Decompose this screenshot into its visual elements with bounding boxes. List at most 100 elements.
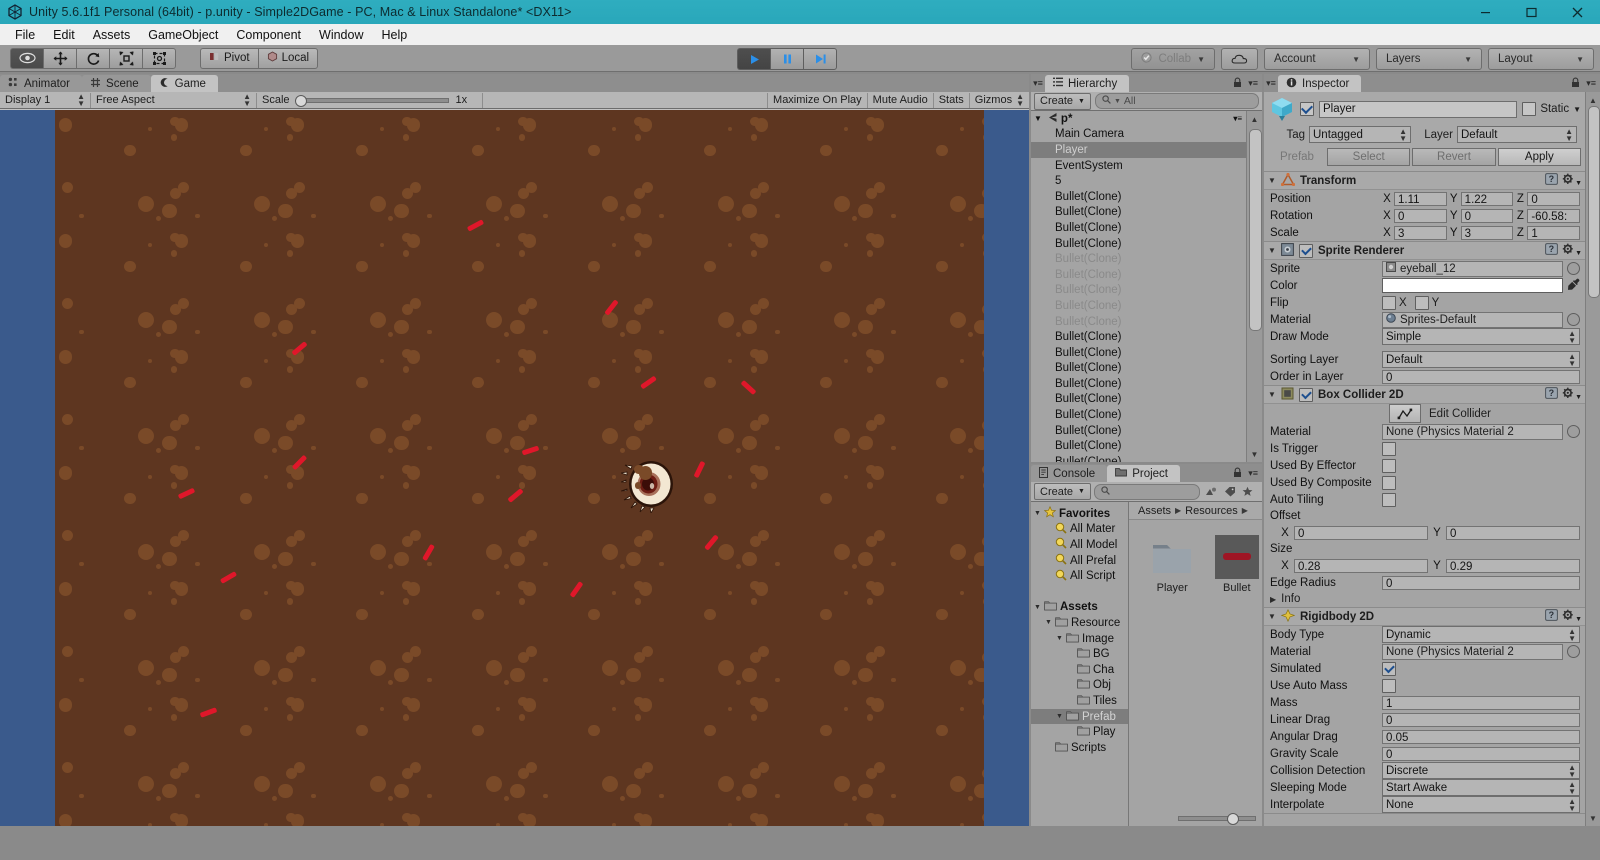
panel-options-left-icon[interactable]: ▾≡ — [1264, 75, 1278, 92]
scene-menu-icon[interactable]: ▾≡ — [1233, 114, 1246, 123]
hierarchy-item[interactable]: Bullet(Clone) — [1031, 392, 1246, 408]
hierarchy-item[interactable]: Bullet(Clone) — [1031, 361, 1246, 377]
hierarchy-item[interactable]: Bullet(Clone) — [1031, 438, 1246, 454]
stats-toggle[interactable]: Stats — [932, 92, 969, 108]
text-field[interactable]: 0 — [1382, 575, 1580, 590]
foldout-arrow-icon[interactable]: ▼ — [1056, 635, 1063, 642]
object-name-input[interactable]: Player — [1319, 100, 1518, 118]
field-y[interactable]: 0.29 — [1446, 558, 1580, 573]
inspector-scrollbar[interactable]: ▲ ▼ — [1585, 92, 1600, 826]
panel-options-left-icon[interactable]: ▾≡ — [1031, 75, 1045, 92]
text-field[interactable]: 0 — [1382, 712, 1580, 727]
project-tree-item[interactable]: ▼ Resource — [1031, 615, 1128, 631]
hierarchy-item[interactable]: Bullet(Clone) — [1031, 314, 1246, 330]
foldout-arrow-icon[interactable]: ▼ — [1268, 176, 1276, 185]
component-enabled-checkbox[interactable] — [1299, 243, 1313, 258]
step-button[interactable] — [803, 48, 837, 70]
field-x[interactable]: 1.11 — [1394, 191, 1447, 206]
mute-audio-toggle[interactable]: Mute Audio — [866, 92, 933, 108]
hierarchy-item[interactable]: Bullet(Clone) — [1031, 376, 1246, 392]
menu-file[interactable]: File — [6, 26, 44, 44]
scroll-up-arrow-icon[interactable]: ▲ — [1248, 112, 1261, 126]
text-field[interactable]: 0.05 — [1382, 729, 1580, 744]
account-dropdown[interactable]: Account ▼ — [1264, 48, 1370, 70]
scroll-down-arrow-icon[interactable]: ▼ — [1248, 447, 1261, 461]
project-tree-item[interactable]: ▼ Assets — [1031, 600, 1128, 616]
maximize-on-play-toggle[interactable]: Maximize On Play — [767, 92, 867, 108]
field-y[interactable]: 1.22 — [1460, 191, 1514, 206]
project-tree-item[interactable]: ▼ Prefab — [1031, 708, 1128, 725]
project-tree-item[interactable]: All Model — [1031, 537, 1128, 553]
tab-project[interactable]: Project — [1107, 465, 1180, 482]
collab-button[interactable]: Collab ▼ — [1131, 48, 1215, 70]
hierarchy-search-input[interactable]: ▼ All — [1094, 93, 1259, 109]
foldout-arrow-icon[interactable]: ▼ — [1034, 114, 1042, 123]
project-tree-item[interactable]: Play — [1031, 724, 1128, 740]
asset-zoom-knob[interactable] — [1227, 813, 1239, 825]
eyedropper-icon[interactable] — [1567, 278, 1580, 294]
hierarchy-item[interactable]: Bullet(Clone) — [1031, 205, 1246, 221]
minimize-button[interactable] — [1462, 0, 1508, 24]
hierarchy-item[interactable]: Bullet(Clone) — [1031, 423, 1246, 439]
hand-tool-button[interactable] — [10, 47, 43, 69]
scroll-down-arrow-icon[interactable]: ▼ — [1587, 811, 1599, 825]
local-toggle[interactable]: Local — [257, 47, 319, 69]
project-create-button[interactable]: Create ▼ — [1034, 483, 1091, 500]
tab-animator[interactable]: Animator — [0, 75, 83, 92]
field-x[interactable]: 0 — [1394, 208, 1447, 223]
tab-console[interactable]: Console — [1031, 465, 1108, 482]
prefab-revert-button[interactable]: Revert — [1412, 148, 1496, 166]
gear-icon[interactable]: ▼ — [1562, 173, 1582, 188]
project-tree-item[interactable]: BG — [1031, 646, 1128, 662]
scale-control[interactable]: Scale 1x — [257, 92, 483, 108]
foldout-arrow-icon[interactable]: ▼ — [1268, 390, 1276, 399]
scale-tool-button[interactable] — [109, 47, 142, 69]
filter-by-type-icon[interactable] — [1203, 484, 1219, 499]
hierarchy-item[interactable]: Bullet(Clone) — [1031, 267, 1246, 283]
panel-options-icon[interactable]: ▾≡ — [1248, 78, 1258, 89]
field-x[interactable]: 3 — [1394, 225, 1447, 240]
static-toggle[interactable]: Static ▼ — [1522, 102, 1581, 116]
object-picker-icon[interactable] — [1567, 313, 1580, 326]
component-header[interactable]: ▼ Transform? ▼ — [1264, 172, 1586, 190]
field-z[interactable]: 0 — [1527, 191, 1581, 206]
scale-slider-knob[interactable] — [294, 94, 307, 107]
tab-inspector[interactable]: Inspector — [1278, 75, 1362, 92]
text-field[interactable]: 1 — [1382, 695, 1580, 710]
field-y[interactable]: 0 — [1446, 525, 1580, 540]
rotate-tool-button[interactable] — [76, 47, 109, 69]
pivot-toggle[interactable]: Pivot — [200, 47, 258, 69]
project-tree-item[interactable]: Scripts — [1031, 740, 1128, 756]
foldout-arrow-icon[interactable]: ▼ — [1268, 246, 1276, 255]
project-tree-item[interactable]: Cha — [1031, 662, 1128, 678]
field-x[interactable]: 0 — [1294, 525, 1428, 540]
pause-button[interactable] — [770, 48, 803, 70]
project-tree-item[interactable]: All Script — [1031, 568, 1128, 584]
component-enabled-checkbox[interactable] — [1299, 387, 1313, 402]
project-contents[interactable]: Assets ▶ Resources ▶ Player Bullet — [1128, 502, 1262, 826]
project-tree[interactable]: ▼ Favorites All Mater All Model All Prefal Al… — [1031, 502, 1128, 826]
gear-icon[interactable]: ▼ — [1562, 387, 1582, 402]
menu-window[interactable]: Window — [310, 26, 372, 44]
hierarchy-item[interactable]: Bullet(Clone) — [1031, 407, 1246, 423]
gear-icon[interactable]: ▼ — [1562, 243, 1582, 258]
hierarchy-item[interactable]: Bullet(Clone) — [1031, 298, 1246, 314]
close-button[interactable] — [1554, 0, 1600, 24]
project-tree-item[interactable]: ▼ Image — [1031, 631, 1128, 647]
favorites-star-icon[interactable] — [1241, 484, 1255, 499]
hierarchy-item[interactable]: 5 — [1031, 173, 1246, 189]
asset-item-player[interactable]: Player — [1147, 533, 1198, 594]
breadcrumb-resources[interactable]: Resources — [1185, 505, 1238, 517]
tab-scene[interactable]: Scene — [82, 75, 151, 92]
checkbox-field[interactable] — [1382, 475, 1396, 490]
inspector-scroll-thumb[interactable] — [1588, 106, 1600, 298]
gear-icon[interactable]: ▼ — [1562, 609, 1582, 624]
help-icon[interactable]: ? — [1545, 609, 1558, 624]
object-field[interactable]: Sprites-Default — [1382, 311, 1563, 328]
object-enabled-checkbox[interactable] — [1300, 102, 1314, 116]
display-dropdown[interactable]: Display 1 ▲ ▼ — [0, 92, 91, 108]
edit-collider-button[interactable] — [1389, 404, 1421, 423]
flip-x-checkbox[interactable] — [1382, 295, 1396, 310]
hierarchy-item[interactable]: Bullet(Clone) — [1031, 454, 1246, 462]
play-button[interactable] — [737, 48, 770, 70]
